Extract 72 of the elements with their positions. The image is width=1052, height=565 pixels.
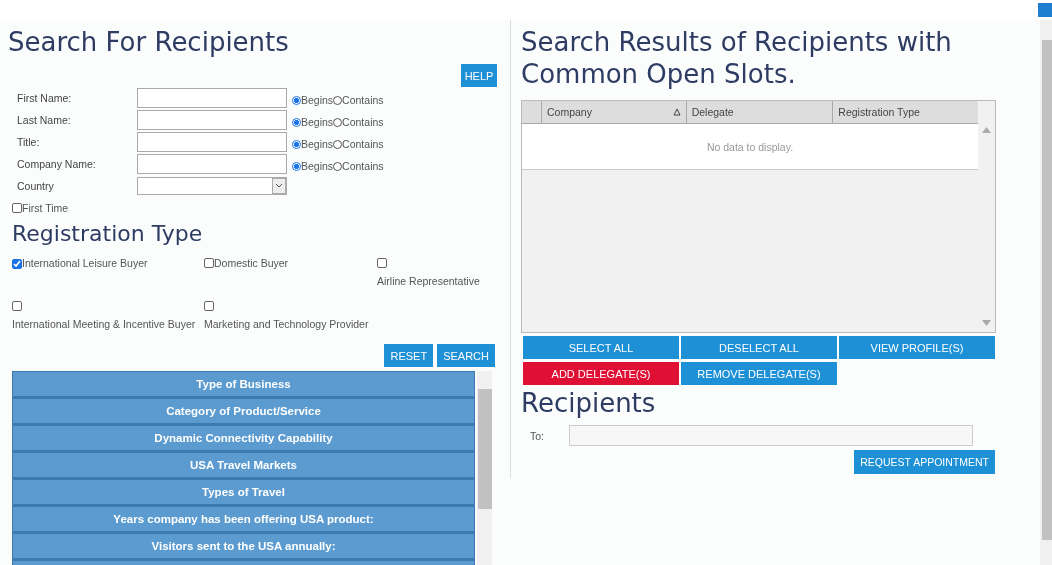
checkbox[interactable]: [377, 258, 387, 268]
radio-label: Begins: [301, 93, 334, 106]
column-header[interactable]: Company: [541, 101, 686, 123]
corner-marker: [1038, 3, 1052, 17]
action-button[interactable]: RESET: [384, 344, 434, 367]
checkbox[interactable]: [12, 259, 22, 269]
accordion-header[interactable]: Category of Product/Service: [12, 398, 475, 425]
checkbox-label: Marketing and Technology Provider: [204, 317, 370, 332]
checkbox[interactable]: [204, 301, 214, 311]
page-scrollbar[interactable]: [1040, 20, 1052, 565]
section-title: Recipients: [521, 387, 657, 419]
column-header[interactable]: Registration Type: [832, 101, 978, 123]
help-button[interactable]: HELP: [461, 64, 497, 87]
field-label: Company Name:: [16, 158, 97, 170]
accordion-header[interactable]: Types of Travel: [12, 479, 475, 506]
checkbox-label: Domestic Buyer: [214, 257, 289, 269]
empty-message: No data to display.: [706, 140, 794, 153]
checkbox[interactable]: [204, 258, 214, 268]
column-header[interactable]: Delegate: [685, 101, 833, 123]
radio-button[interactable]: [333, 95, 343, 105]
text-field[interactable]: [137, 110, 287, 130]
field-label: Country: [16, 180, 55, 192]
text-field[interactable]: [137, 132, 287, 152]
checkbox[interactable]: [12, 203, 22, 213]
field-label: First Name:: [16, 92, 73, 104]
radio-button[interactable]: [333, 161, 343, 171]
accordion-header[interactable]: Type of Business: [12, 371, 475, 398]
radio-label: Contains: [342, 93, 384, 106]
accordion-header[interactable]: Visitors sent to the USA annually:: [12, 533, 475, 560]
checkbox-label: International Meeting & Incentive Buyer: [12, 317, 197, 332]
radio-button[interactable]: [292, 139, 301, 149]
accordion-header[interactable]: Years company has been offering USA product:: [12, 506, 475, 533]
scroll-down-icon[interactable]: [982, 320, 991, 326]
scrollbar[interactable]: [477, 371, 492, 565]
recipients-field[interactable]: [569, 425, 973, 446]
action-button[interactable]: ADD DELEGATE(S): [523, 362, 679, 385]
country-select[interactable]: [137, 177, 287, 195]
radio-label: Begins: [301, 137, 334, 150]
radio-button[interactable]: [292, 117, 301, 127]
checkbox-label: International Leisure Buyer: [22, 257, 148, 269]
dropdown-icon: [272, 178, 286, 194]
page-title: Search Results of Recipients with Common Open Slots.: [521, 26, 953, 90]
field-label: Title:: [16, 136, 41, 148]
action-button[interactable]: SEARCH: [437, 344, 495, 367]
checkbox[interactable]: [12, 301, 22, 311]
request-appointment-button[interactable]: REQUEST APPOINTMENT: [854, 450, 995, 474]
checkbox-label: First Time: [22, 202, 69, 214]
field-label: Last Name:: [16, 114, 72, 126]
radio-button[interactable]: [292, 161, 301, 171]
check-icon: [13, 260, 21, 268]
radio-label: Contains: [342, 115, 384, 128]
action-button[interactable]: DESELECT ALL: [681, 336, 837, 359]
sort-icon: [672, 108, 681, 116]
field-label: To:: [530, 429, 545, 442]
action-button[interactable]: VIEW PROFILE(S): [839, 336, 995, 359]
action-button[interactable]: REMOVE DELEGATE(S): [681, 362, 837, 385]
checkbox-label: Airline Representative: [377, 274, 481, 289]
page-title: Search For Recipients: [8, 26, 290, 58]
accordion-header[interactable]: USA Travel Markets: [12, 452, 475, 479]
radio-label: Contains: [342, 137, 384, 150]
radio-button[interactable]: [333, 139, 343, 149]
scroll-up-icon[interactable]: [982, 127, 991, 133]
section-title: Registration Type: [12, 220, 204, 248]
radio-button[interactable]: [292, 95, 301, 105]
radio-label: Begins: [301, 159, 334, 172]
text-field[interactable]: [137, 88, 287, 108]
accordion-header[interactable]: Dynamic Connectivity Capability: [12, 425, 475, 452]
radio-button[interactable]: [333, 117, 343, 127]
radio-label: Contains: [342, 159, 384, 172]
action-button[interactable]: SELECT ALL: [523, 336, 679, 359]
radio-label: Begins: [301, 115, 334, 128]
text-field[interactable]: [137, 154, 287, 174]
